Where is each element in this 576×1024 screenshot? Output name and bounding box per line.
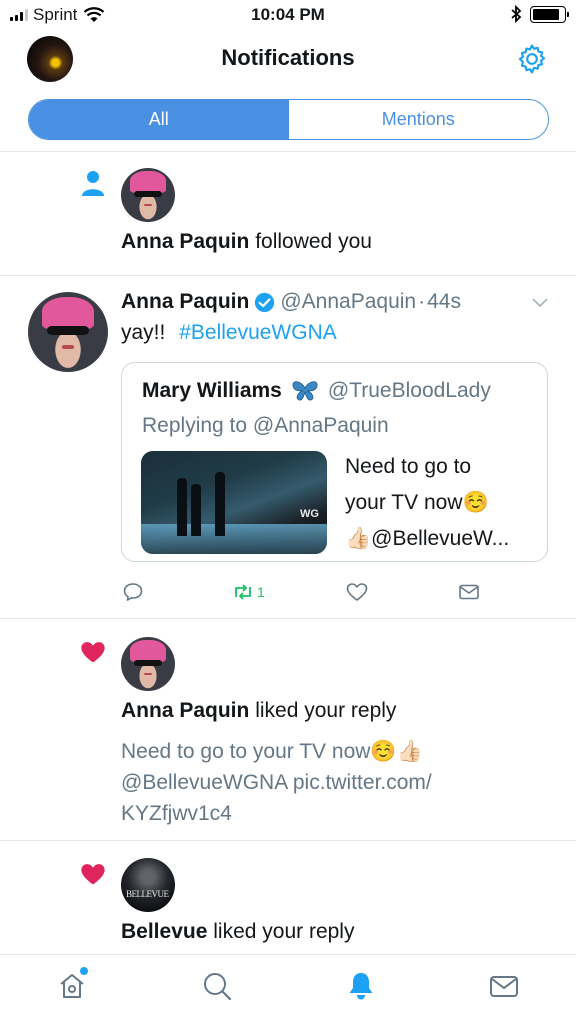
tab-bar bbox=[0, 954, 576, 1024]
replying-to: Replying to @AnnaPaquin bbox=[142, 414, 389, 437]
liked-tweet-line: KYZfjwv1c4 bbox=[121, 802, 232, 825]
status-right bbox=[511, 5, 569, 23]
tab-mentions[interactable]: Mentions bbox=[288, 100, 548, 139]
avatar[interactable] bbox=[121, 637, 175, 691]
notification-action: liked your reply bbox=[213, 920, 355, 943]
hashtag-link[interactable]: #BellevueWGNA bbox=[179, 321, 337, 344]
divider bbox=[0, 275, 576, 276]
like-button[interactable] bbox=[345, 580, 369, 604]
heart-icon bbox=[81, 642, 105, 663]
status-bar: Sprint 10:04 PM bbox=[0, 0, 576, 30]
tweet-author-handle[interactable]: @AnnaPaquin bbox=[280, 290, 416, 314]
retweet-button[interactable]: 1 bbox=[231, 580, 265, 604]
bell-icon[interactable] bbox=[345, 970, 377, 1002]
liked-tweet-line: Need to go to your TV now☺️👍🏻 bbox=[121, 740, 423, 763]
heart-outline-icon bbox=[346, 583, 368, 601]
quote-author-handle: @TrueBloodLady bbox=[327, 379, 491, 402]
gear-icon[interactable] bbox=[515, 42, 549, 76]
quote-text-line: your TV now☺️ bbox=[345, 491, 489, 514]
quote-media-image[interactable]: WG bbox=[141, 451, 327, 554]
search-icon[interactable] bbox=[201, 970, 233, 1002]
user-name[interactable]: Bellevue bbox=[121, 920, 207, 943]
notification-text: Anna Paquin followed you bbox=[121, 230, 372, 254]
dm-share-button[interactable] bbox=[457, 580, 481, 604]
quoted-tweet[interactable]: Mary Williams @TrueBloodLady Replying to… bbox=[121, 362, 548, 562]
avatar-text: BELLEVUE bbox=[126, 889, 169, 899]
heart-icon bbox=[81, 864, 105, 885]
reply-icon bbox=[123, 583, 143, 601]
quote-header: Mary Williams @TrueBloodLady bbox=[142, 379, 491, 403]
person-icon bbox=[82, 171, 104, 196]
avatar[interactable]: BELLEVUE bbox=[121, 858, 175, 912]
tweet-actions: 1 bbox=[121, 580, 521, 608]
segmented-control: All Mentions bbox=[28, 99, 549, 140]
separator-dot: · bbox=[418, 290, 426, 313]
tweet-header: Anna Paquin @AnnaPaquin · 44s bbox=[121, 290, 461, 314]
notification-text: Bellevue liked your reply bbox=[121, 920, 354, 944]
chevron-down-icon[interactable] bbox=[531, 297, 549, 309]
avatar[interactable] bbox=[28, 292, 108, 372]
butterfly-icon bbox=[292, 381, 318, 401]
header: Notifications bbox=[0, 30, 576, 88]
envelope-icon bbox=[459, 584, 479, 600]
liked-tweet-text: Need to go to your TV now☺️👍🏻 @BellevueW… bbox=[121, 736, 432, 829]
status-time: 10:04 PM bbox=[251, 5, 325, 24]
divider bbox=[0, 840, 576, 841]
mail-icon[interactable] bbox=[488, 970, 520, 1002]
battery-fill bbox=[533, 8, 559, 20]
new-content-dot bbox=[80, 967, 88, 975]
divider bbox=[0, 618, 576, 619]
tweet-text: yay!! #BellevueWGNA bbox=[121, 321, 337, 345]
tweet-time: 44s bbox=[427, 290, 461, 313]
divider bbox=[0, 151, 576, 152]
bluetooth-icon bbox=[511, 5, 522, 23]
media-logo: WG bbox=[300, 508, 319, 520]
verified-icon bbox=[255, 292, 275, 312]
notification-action: liked your reply bbox=[255, 699, 397, 722]
quote-author-name: Mary Williams bbox=[142, 379, 282, 402]
quote-text: Need to go to your TV now☺️ 👍🏻@BellevueW… bbox=[345, 449, 540, 557]
avatar[interactable] bbox=[121, 168, 175, 222]
liked-tweet-line: @BellevueWGNA pic.twitter.com/ bbox=[121, 771, 432, 794]
tweet-author-name[interactable]: Anna Paquin bbox=[121, 290, 249, 314]
reply-button[interactable] bbox=[121, 580, 145, 604]
notification-text: Anna Paquin liked your reply bbox=[121, 699, 396, 723]
tweet-text-content: yay!! bbox=[121, 321, 166, 344]
battery-icon bbox=[530, 5, 569, 23]
quote-text-line: 👍🏻@BellevueW... bbox=[345, 527, 510, 550]
retweet-icon bbox=[235, 584, 251, 600]
tab-all[interactable]: All bbox=[29, 100, 289, 139]
user-name[interactable]: Anna Paquin bbox=[121, 699, 249, 722]
notification-action: followed you bbox=[255, 230, 372, 253]
quote-text-line: Need to go to bbox=[345, 455, 472, 478]
page-title: Notifications bbox=[221, 45, 355, 70]
retweet-count: 1 bbox=[257, 584, 265, 600]
user-name[interactable]: Anna Paquin bbox=[121, 230, 249, 253]
